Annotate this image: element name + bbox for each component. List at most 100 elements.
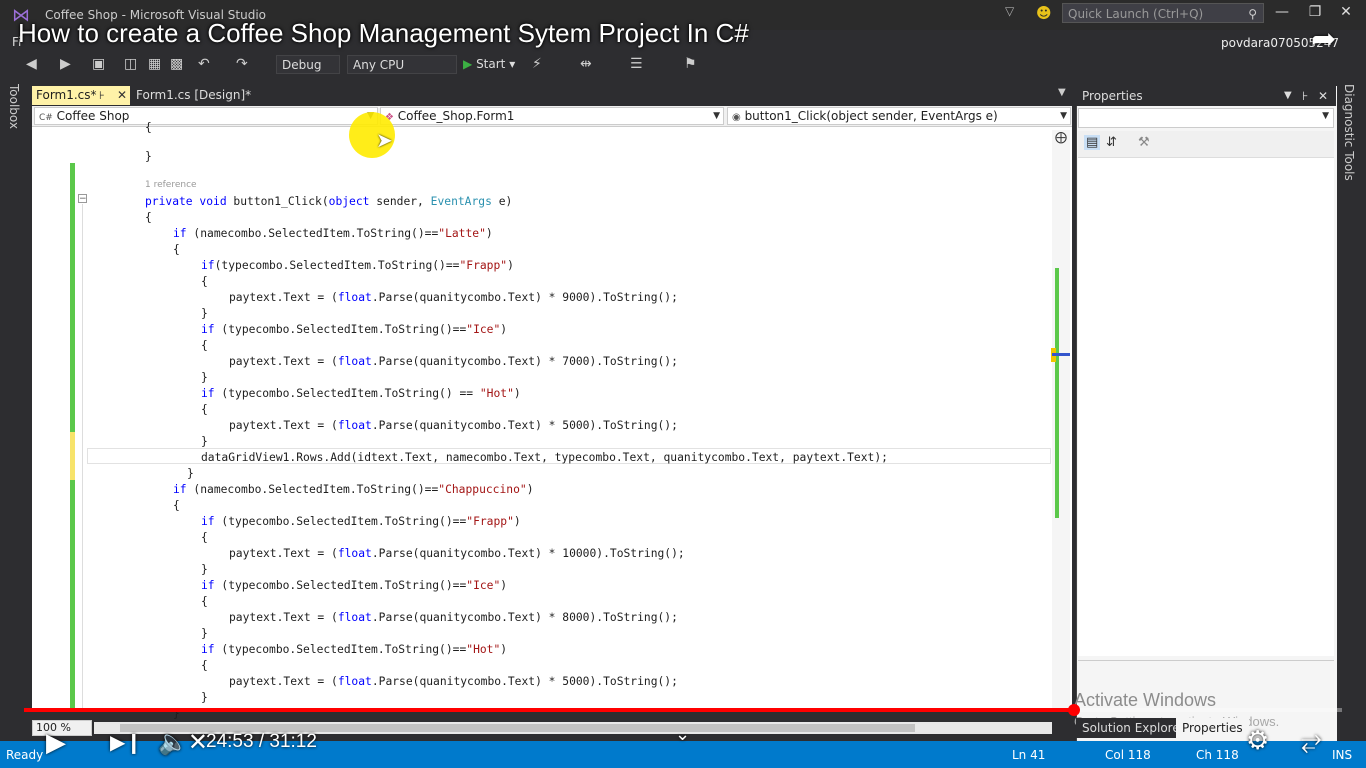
- code-token: {: [201, 531, 208, 544]
- categorized-icon[interactable]: ▤: [1084, 135, 1101, 150]
- play-icon[interactable]: ▶: [46, 728, 66, 758]
- code-line[interactable]: private void button1_Click(object sender…: [145, 195, 512, 208]
- code-line[interactable]: {: [201, 339, 208, 352]
- code-line[interactable]: {: [201, 595, 208, 608]
- tab-form1-design[interactable]: Form1.cs [Design]*: [132, 86, 251, 105]
- pin-icon[interactable]: ⊦: [99, 86, 105, 105]
- code-line[interactable]: }: [201, 691, 208, 704]
- codelens-reference[interactable]: 1 reference: [145, 180, 197, 190]
- code-line[interactable]: {: [145, 121, 152, 134]
- code-token: }: [145, 150, 152, 163]
- diagnostic-tools-tab[interactable]: Diagnostic Tools: [1340, 84, 1362, 184]
- code-line[interactable]: {: [201, 403, 208, 416]
- code-line[interactable]: if (typecombo.SelectedItem.ToString() ==…: [201, 387, 521, 400]
- code-line[interactable]: if (namecombo.SelectedItem.ToString()=="…: [173, 483, 534, 496]
- start-button[interactable]: ▶ Start ▾: [463, 57, 515, 71]
- code-line[interactable]: paytext.Text = (float.Parse(quanitycombo…: [229, 675, 678, 688]
- new-project-icon[interactable]: ▣: [92, 56, 105, 72]
- code-line[interactable]: }: [201, 627, 208, 640]
- code-token: }: [201, 435, 208, 448]
- video-title[interactable]: How to create a Coffee Shop Management S…: [18, 18, 749, 49]
- pin-icon[interactable]: ⊦: [1302, 86, 1308, 106]
- next-icon[interactable]: ▶❙: [110, 730, 142, 754]
- open-file-icon[interactable]: ◫: [124, 56, 137, 72]
- code-line[interactable]: dataGridView1.Rows.Add(idtext.Text, name…: [201, 451, 888, 464]
- chevron-down-icon[interactable]: ⌄: [675, 724, 690, 745]
- close-tab-icon[interactable]: ✕: [117, 86, 127, 105]
- code-line[interactable]: paytext.Text = (float.Parse(quanitycombo…: [229, 355, 678, 368]
- code-token: ): [513, 515, 521, 528]
- close-panel-icon[interactable]: ✕: [1318, 86, 1328, 106]
- mute-icon[interactable]: 🔈✕: [158, 728, 208, 756]
- code-line[interactable]: if (typecombo.SelectedItem.ToString()=="…: [201, 579, 507, 592]
- quick-launch-input[interactable]: Quick Launch (Ctrl+Q) ⚲: [1062, 3, 1264, 23]
- code-line[interactable]: if (typecombo.SelectedItem.ToString()=="…: [201, 515, 521, 528]
- code-line[interactable]: }: [187, 467, 194, 480]
- string-token: "Hot": [466, 643, 501, 656]
- undo-icon[interactable]: ↶: [198, 56, 210, 72]
- code-token: .Parse(quanitycombo.Text) * 5000).ToStri…: [371, 675, 678, 688]
- code-line[interactable]: if (namecombo.SelectedItem.ToString()=="…: [173, 227, 493, 240]
- minimize-icon[interactable]: —: [1272, 4, 1292, 20]
- toolbox-tab[interactable]: Toolbox: [5, 84, 25, 144]
- code-line[interactable]: paytext.Text = (float.Parse(quanitycombo…: [229, 419, 678, 432]
- code-line[interactable]: {: [201, 659, 208, 672]
- collapse-icon[interactable]: −: [78, 194, 87, 204]
- project-name: Coffee Shop: [56, 109, 130, 123]
- platform-select[interactable]: Any CPU: [347, 55, 457, 74]
- code-token: .Parse(quanitycombo.Text) * 8000).ToStri…: [371, 611, 678, 624]
- step-icon[interactable]: ⇹: [580, 56, 592, 72]
- code-line[interactable]: }: [201, 307, 208, 320]
- comment-icon[interactable]: ☰: [630, 56, 643, 72]
- tab-form1-cs[interactable]: Form1.cs*: [32, 86, 130, 105]
- forward-icon[interactable]: ▶: [60, 56, 71, 72]
- code-line[interactable]: paytext.Text = (float.Parse(quanitycombo…: [229, 611, 678, 624]
- code-line[interactable]: }: [201, 435, 208, 448]
- redo-icon[interactable]: ↷: [236, 56, 248, 72]
- notification-filter-icon[interactable]: ▽: [1005, 4, 1014, 18]
- settings-gear-icon[interactable]: ⚙: [1246, 726, 1269, 756]
- project-dropdown[interactable]: C# Coffee Shop ▼: [34, 107, 378, 125]
- panel-dropdown-icon[interactable]: ▼: [1284, 86, 1292, 106]
- configuration-select[interactable]: Debug: [276, 55, 340, 74]
- code-token: ): [500, 579, 508, 592]
- object-selector[interactable]: ▼: [1078, 108, 1334, 128]
- code-token: dataGridView1.Rows.Add(idtext.Text, name…: [201, 451, 888, 464]
- exit-fullscreen-icon[interactable]: ⥂: [1301, 726, 1322, 757]
- tab-list-dropdown-icon[interactable]: ▼: [1058, 87, 1066, 98]
- code-line[interactable]: }: [201, 563, 208, 576]
- member-dropdown[interactable]: ◉ button1_Click(object sender, EventArgs…: [727, 107, 1071, 125]
- code-line[interactable]: {: [145, 211, 152, 224]
- close-icon[interactable]: ✕: [1336, 4, 1356, 20]
- code-token: paytext.Text = (: [229, 291, 338, 304]
- tab-properties[interactable]: Properties: [1176, 718, 1249, 738]
- code-line[interactable]: if (typecombo.SelectedItem.ToString()=="…: [201, 323, 507, 336]
- code-line[interactable]: if(typecombo.SelectedItem.ToString()=="F…: [201, 259, 514, 272]
- restore-icon[interactable]: ❐: [1305, 4, 1325, 20]
- save-all-icon[interactable]: ▩: [170, 56, 183, 72]
- back-icon[interactable]: ◀: [26, 56, 37, 72]
- code-line[interactable]: {: [173, 243, 180, 256]
- video-scrubber-handle[interactable]: [1068, 704, 1080, 716]
- wrench-icon[interactable]: ⚒: [1138, 135, 1150, 150]
- feedback-smiley-icon[interactable]: ☻: [1036, 4, 1052, 22]
- code-line[interactable]: paytext.Text = (float.Parse(quanitycombo…: [229, 291, 678, 304]
- alphabetical-icon[interactable]: ⇵: [1106, 135, 1117, 150]
- code-line[interactable]: {: [201, 531, 208, 544]
- code-line[interactable]: {: [201, 275, 208, 288]
- bookmark-icon[interactable]: ⚑: [684, 56, 697, 72]
- code-line[interactable]: }: [145, 150, 152, 163]
- split-editor-icon[interactable]: ⨁: [1055, 130, 1067, 144]
- code-line[interactable]: {: [173, 499, 180, 512]
- class-dropdown[interactable]: ❖ Coffee_Shop.Form1 ▼: [380, 107, 724, 125]
- property-grid[interactable]: [1078, 158, 1334, 656]
- code-token: {: [201, 275, 208, 288]
- tab-solution-explorer[interactable]: Solution Explorer: [1076, 718, 1191, 738]
- code-line[interactable]: paytext.Text = (float.Parse(quanitycombo…: [229, 547, 685, 560]
- code-token: ): [526, 483, 534, 496]
- code-token: }: [201, 627, 208, 640]
- code-line[interactable]: if (typecombo.SelectedItem.ToString()=="…: [201, 643, 507, 656]
- code-line[interactable]: }: [201, 371, 208, 384]
- browser-link-icon[interactable]: ⚡: [532, 56, 542, 72]
- save-icon[interactable]: ▦: [148, 56, 161, 72]
